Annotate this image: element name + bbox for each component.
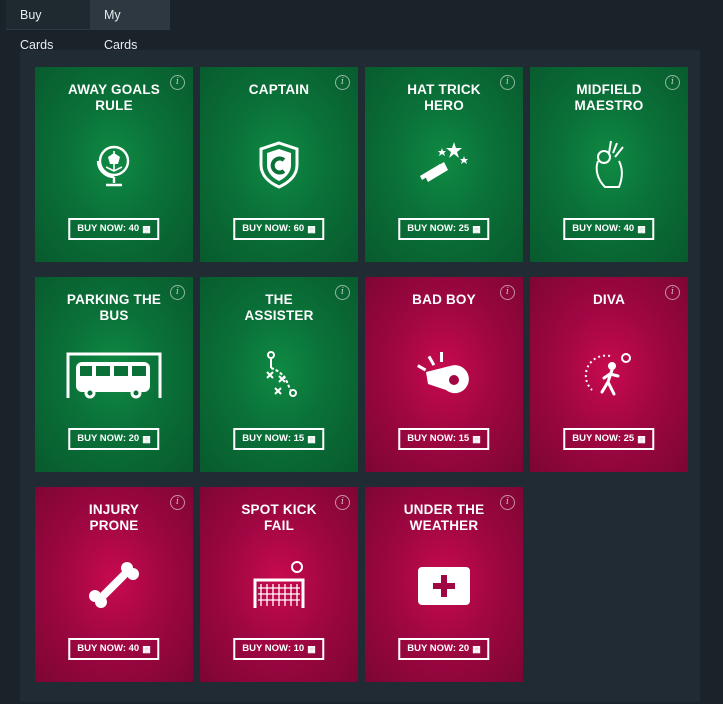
- info-icon[interactable]: i: [170, 75, 185, 90]
- info-icon[interactable]: i: [170, 285, 185, 300]
- diving-player-icon: [566, 345, 652, 405]
- buy-now-button[interactable]: BUY NOW: 10 ▦: [233, 638, 325, 660]
- buy-label: BUY NOW: 40: [77, 223, 140, 234]
- bus-icon: [66, 345, 162, 405]
- card-bad-boy[interactable]: BAD BOY i BUY NOW: 15 ▦: [365, 277, 523, 472]
- cash-icon: ▦: [307, 224, 316, 234]
- buy-label: BUY NOW: 15: [242, 433, 305, 444]
- card-midfield-maestro[interactable]: MIDFIELD MAESTRO i BUY NOW: 40 ▦: [530, 67, 688, 262]
- cash-icon: ▦: [472, 224, 481, 234]
- card-title: THE ASSISTER: [244, 292, 314, 323]
- buy-label: BUY NOW: 20: [77, 433, 140, 444]
- buy-now-button[interactable]: BUY NOW: 25 ▦: [563, 428, 655, 450]
- card-hat-trick-hero[interactable]: HAT TRICK HERO i BUY NOW: 25 ▦: [365, 67, 523, 262]
- buy-now-button[interactable]: BUY NOW: 40 ▦: [68, 638, 160, 660]
- card-under-the-weather[interactable]: UNDER THE WEATHER i BUY NOW: 20 ▦: [365, 487, 523, 682]
- cash-icon: ▦: [142, 434, 151, 444]
- card-title: MIDFIELD MAESTRO: [574, 82, 644, 113]
- buy-now-button[interactable]: BUY NOW: 15 ▦: [398, 428, 490, 450]
- cash-icon: ▦: [472, 644, 481, 654]
- info-icon[interactable]: i: [335, 75, 350, 90]
- buy-now-button[interactable]: BUY NOW: 20 ▦: [398, 638, 490, 660]
- buy-label: BUY NOW: 60: [242, 223, 305, 234]
- cash-icon: ▦: [637, 434, 646, 444]
- buy-label: BUY NOW: 15: [407, 433, 470, 444]
- captain-shield-icon: [236, 135, 322, 195]
- card-captain[interactable]: CAPTAIN i BUY NOW: 60 ▦: [200, 67, 358, 262]
- card-title: HAT TRICK HERO: [407, 82, 481, 113]
- cash-icon: ▦: [307, 644, 316, 654]
- info-icon[interactable]: i: [170, 495, 185, 510]
- card-injury-prone[interactable]: INJURY PRONE i BUY NOW: 40 ▦: [35, 487, 193, 682]
- cash-icon: ▦: [142, 644, 151, 654]
- goal-net-icon: [236, 555, 322, 615]
- buy-label: BUY NOW: 20: [407, 643, 470, 654]
- buy-label: BUY NOW: 10: [242, 643, 305, 654]
- buy-now-button[interactable]: BUY NOW: 20 ▦: [68, 428, 160, 450]
- cards-panel: AWAY GOALS RULE i BUY NOW: 40 ▦ CAPTAIN …: [20, 50, 700, 702]
- magic-hat-icon: [401, 135, 487, 195]
- card-title: DIVA: [592, 292, 626, 307]
- buy-label: BUY NOW: 25: [572, 433, 635, 444]
- info-icon[interactable]: i: [335, 495, 350, 510]
- cash-icon: ▦: [637, 224, 646, 234]
- cash-icon: ▦: [307, 434, 316, 444]
- card-the-assister[interactable]: THE ASSISTER i BUY NOW: 15 ▦: [200, 277, 358, 472]
- card-title: BAD BOY: [412, 292, 476, 307]
- info-icon[interactable]: i: [665, 285, 680, 300]
- whistle-icon: [401, 345, 487, 405]
- card-title: PARKING THE BUS: [66, 292, 162, 323]
- tab-bar: Buy Cards My Cards: [6, 0, 170, 52]
- cash-icon: ▦: [142, 224, 151, 234]
- card-away-goals-rule[interactable]: AWAY GOALS RULE i BUY NOW: 40 ▦: [35, 67, 193, 262]
- card-diva[interactable]: DIVA i BUY NOW: 25 ▦: [530, 277, 688, 472]
- tab-my-cards[interactable]: My Cards: [90, 0, 170, 52]
- cash-icon: ▦: [472, 434, 481, 444]
- buy-label: BUY NOW: 40: [572, 223, 635, 234]
- bone-icon: [71, 555, 157, 615]
- card-title: UNDER THE WEATHER: [403, 502, 485, 533]
- buy-now-button[interactable]: BUY NOW: 25 ▦: [398, 218, 490, 240]
- card-title: SPOT KICK FAIL: [241, 502, 317, 533]
- info-icon[interactable]: i: [500, 75, 515, 90]
- card-spot-kick-fail[interactable]: SPOT KICK FAIL i BUY NOW: 10 ▦: [200, 487, 358, 682]
- info-icon[interactable]: i: [500, 285, 515, 300]
- buy-now-button[interactable]: BUY NOW: 40 ▦: [563, 218, 655, 240]
- first-aid-icon: [401, 555, 487, 615]
- buy-now-button[interactable]: BUY NOW: 15 ▦: [233, 428, 325, 450]
- info-icon[interactable]: i: [335, 285, 350, 300]
- tactics-icon: [236, 345, 322, 405]
- buy-label: BUY NOW: 25: [407, 223, 470, 234]
- tab-buy-cards[interactable]: Buy Cards: [6, 0, 90, 52]
- buy-now-button[interactable]: BUY NOW: 40 ▦: [68, 218, 160, 240]
- globe-ball-icon: [71, 135, 157, 195]
- info-icon[interactable]: i: [665, 75, 680, 90]
- card-parking-the-bus[interactable]: PARKING THE BUS i BUY NOW: 20 ▦: [35, 277, 193, 472]
- buy-label: BUY NOW: 40: [77, 643, 140, 654]
- info-icon[interactable]: i: [500, 495, 515, 510]
- buy-now-button[interactable]: BUY NOW: 60 ▦: [233, 218, 325, 240]
- card-title: CAPTAIN: [248, 82, 310, 97]
- card-title: INJURY PRONE: [88, 502, 140, 533]
- ok-hand-icon: [566, 135, 652, 195]
- card-title: AWAY GOALS RULE: [67, 82, 161, 113]
